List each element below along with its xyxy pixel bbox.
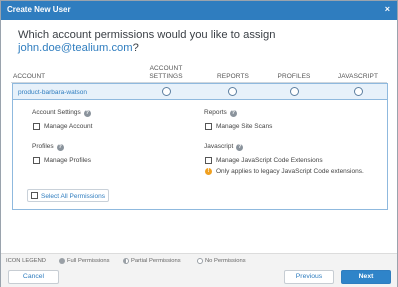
legend-none: No Permissions [205, 258, 246, 264]
create-user-dialog: Create New User × Which account permissi… [0, 0, 398, 287]
dialog-titlebar: Create New User × [1, 1, 397, 20]
permissions-question: Which account permissions would you like… [18, 29, 378, 55]
profiles-level-radio[interactable] [290, 87, 299, 96]
javascript-note: Only applies to legacy JavaScript Code e… [216, 168, 364, 175]
dialog-title: Create New User [7, 5, 71, 14]
cancel-button[interactable]: Cancel [8, 270, 59, 284]
help-icon[interactable]: ? [83, 110, 91, 117]
account-permissions-panel: product-barbara-watson Account Settings?… [12, 83, 388, 210]
column-header-profiles: PROFILES [277, 73, 311, 80]
manage-js-extensions-checkbox[interactable] [205, 157, 212, 164]
legend-full: Full Permissions [67, 258, 110, 264]
section-account-settings: Account Settings? [32, 109, 91, 117]
manage-profiles-label: Manage Profiles [44, 157, 91, 164]
help-icon[interactable]: ? [229, 110, 237, 117]
icon-legend: ICON LEGEND Full Permissions Partial Per… [1, 253, 397, 267]
column-header-account: ACCOUNT [13, 73, 46, 80]
column-header-account-settings-line2: SETTINGS [149, 73, 183, 80]
dialog-footer: Cancel Previous Next [1, 267, 397, 287]
next-button[interactable]: Next [341, 270, 391, 284]
manage-account-label: Manage Account [44, 123, 93, 130]
previous-button[interactable]: Previous [284, 270, 334, 284]
section-profiles: Profiles? [32, 143, 64, 151]
account-settings-level-radio[interactable] [162, 87, 171, 96]
column-header-javascript: JAVASCRIPT [337, 73, 379, 80]
section-reports-title: Reports [204, 109, 227, 116]
column-header-account-settings-line1: ACCOUNT [149, 65, 183, 72]
select-all-label: Select All Permissions [41, 193, 105, 200]
manage-profiles-checkbox[interactable] [33, 157, 40, 164]
section-account-settings-title: Account Settings [32, 109, 81, 116]
manage-site-scans-checkbox[interactable] [205, 123, 212, 130]
full-permissions-icon [59, 258, 65, 264]
account-row[interactable]: product-barbara-watson [13, 84, 387, 100]
manage-site-scans-label: Manage Site Scans [216, 123, 273, 130]
section-reports: Reports? [204, 109, 237, 117]
help-icon[interactable]: ? [56, 144, 64, 151]
section-javascript-title: Javascript [204, 143, 234, 150]
section-profiles-title: Profiles [32, 143, 54, 150]
partial-permissions-icon [123, 258, 129, 264]
help-icon[interactable]: ? [236, 144, 244, 151]
manage-js-extensions-label: Manage JavaScript Code Extensions [216, 157, 323, 164]
account-name: product-barbara-watson [18, 89, 88, 96]
question-text: Which account permissions would you like… [18, 29, 276, 41]
user-email: john.doe@tealium.com [18, 42, 133, 54]
legend-partial: Partial Permissions [131, 258, 181, 264]
select-all-permissions-button[interactable]: Select All Permissions [27, 189, 109, 202]
section-javascript: Javascript? [204, 143, 244, 151]
no-permissions-icon [197, 258, 203, 264]
select-all-checkbox[interactable] [31, 192, 38, 199]
question-mark: ? [132, 42, 139, 54]
warning-circle-icon: ! [205, 168, 212, 175]
column-header-account-settings: ACCOUNT SETTINGS [140, 65, 192, 81]
legend-title: ICON LEGEND [6, 258, 46, 264]
javascript-level-radio[interactable] [354, 87, 363, 96]
manage-account-checkbox[interactable] [33, 123, 40, 130]
close-icon[interactable]: × [385, 4, 390, 14]
reports-level-radio[interactable] [228, 87, 237, 96]
column-header-reports: REPORTS [216, 73, 249, 80]
